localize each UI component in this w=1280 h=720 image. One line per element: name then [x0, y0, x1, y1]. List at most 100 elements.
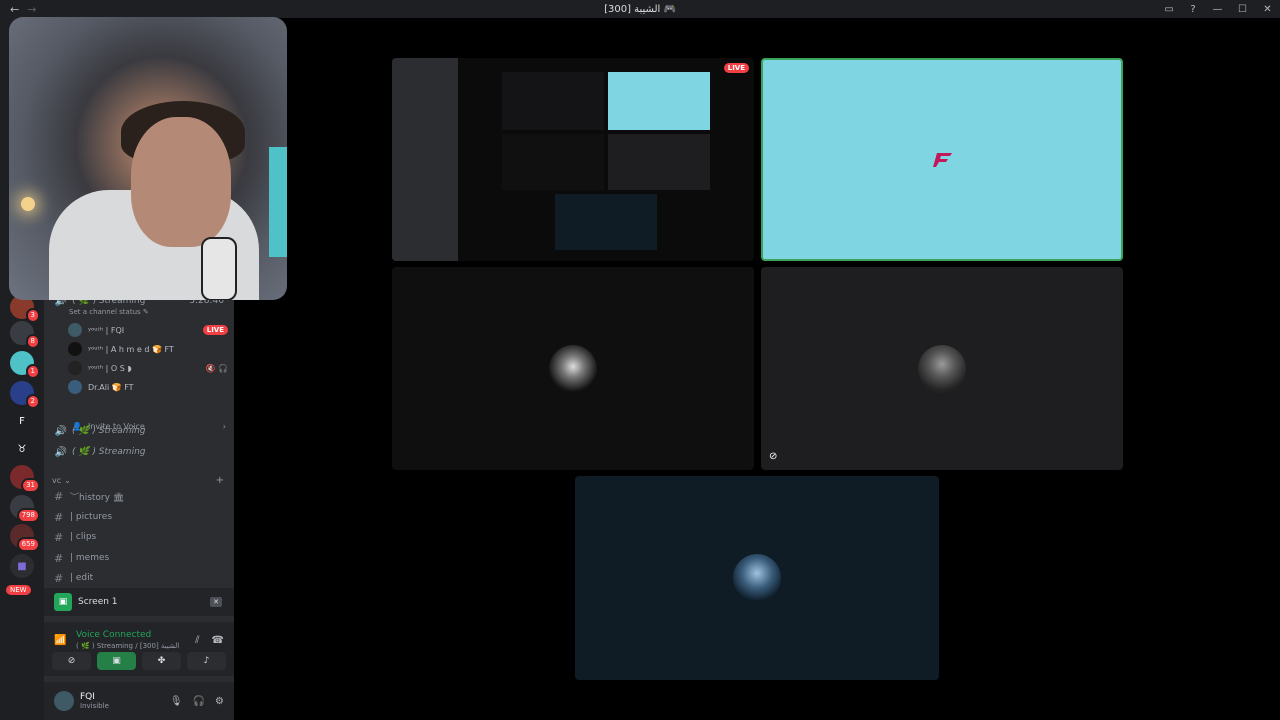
voice-channel-name: ( 🌿 ) Streaming [72, 426, 146, 436]
new-badge[interactable]: NEW [6, 585, 31, 595]
mention-badge: 2 [25, 394, 40, 409]
user-name: FQI [80, 692, 95, 702]
text-channel[interactable]: # | edit [54, 568, 228, 588]
nested-tile [502, 134, 604, 190]
text-channel[interactable]: # ︶history 🏛 [54, 486, 228, 506]
webcam-overlay [9, 17, 287, 300]
help-icon[interactable]: ? [1181, 0, 1205, 18]
soundboard-button[interactable]: ♪ [187, 652, 226, 670]
nested-stream-grid [502, 72, 710, 250]
user-status: Invisible [80, 702, 109, 710]
noise-suppression-icon[interactable]: ⫽ [195, 635, 199, 646]
mention-badge: 3 [25, 308, 40, 323]
mention-badge: 31 [21, 478, 40, 493]
hash-icon: # [54, 489, 64, 503]
streamer-face [131, 117, 231, 247]
title-bar: ← → الشيبة [300] 🎮 ▭ ? — ☐ ✕ [0, 0, 1280, 18]
nested-discord-sidebar [392, 58, 458, 261]
voice-channel-path[interactable]: ( 🌿 ) Streaming / الشيبة [300] [76, 642, 179, 650]
set-channel-status[interactable]: Set a channel status ✎ [69, 308, 149, 316]
nested-tile [502, 72, 604, 130]
text-channel[interactable]: # | pictures [54, 507, 228, 527]
avatar[interactable] [54, 691, 74, 711]
add-channel-icon[interactable]: + [216, 475, 224, 486]
deafened-icon: ⊘ [769, 451, 778, 462]
channel-name: | clips [70, 532, 97, 542]
voice-member[interactable]: ʸᵒᵘᵗʰ | A h m e d 🍞 FT [68, 340, 228, 358]
nested-tile [608, 134, 710, 190]
user-tile[interactable] [575, 476, 939, 680]
server-icon[interactable]: 2 [10, 381, 40, 409]
f1-server-icon[interactable]: F [10, 409, 34, 433]
forward-arrow-icon[interactable]: → [27, 3, 36, 16]
screen-share-button[interactable]: ▣ [97, 652, 136, 670]
text-channel[interactable]: # | memes [54, 548, 228, 568]
screen-share-tile[interactable]: LIVE [392, 58, 754, 261]
camera-off-button[interactable]: ⊘ [52, 652, 91, 670]
user-tile[interactable]: ⊘ [761, 267, 1123, 470]
screen-label: Screen 1 [78, 597, 118, 607]
close-button[interactable]: ✕ [1255, 0, 1280, 18]
window-controls: ▭ ? — ☐ ✕ [1157, 0, 1280, 18]
text-channel[interactable]: # | clips [54, 527, 228, 547]
member-name: ʸᵒᵘᵗʰ | FQI [88, 325, 125, 335]
server-icon[interactable]: 798 [10, 495, 40, 523]
mention-badge: 1 [25, 364, 40, 379]
channel-name: | edit [70, 573, 94, 583]
screen-share-icon: ▣ [54, 593, 72, 611]
voice-member[interactable]: ʸᵒᵘᵗʰ | O S ◗ 🔇 🎧 [68, 359, 228, 377]
category-header[interactable]: vc ⌄ + [52, 474, 224, 486]
hash-icon: # [54, 571, 64, 585]
live-badge: LIVE [723, 63, 749, 73]
voice-action-buttons: ⊘ ▣ ✤ ♪ [44, 652, 234, 676]
mention-badge: 659 [16, 537, 40, 552]
category-name: vc [52, 475, 62, 485]
gear-icon[interactable]: ⚙ [215, 696, 224, 707]
mention-badge: 798 [16, 508, 40, 523]
avatar [68, 342, 82, 356]
avatar [733, 554, 781, 602]
mention-badge: 8 [25, 334, 40, 349]
nav-buttons: ← → [0, 3, 36, 16]
user-tile[interactable] [392, 267, 754, 470]
member-name: Dr.Ali 🍞 FT [88, 382, 134, 392]
server-icon[interactable]: 8 [10, 321, 40, 349]
headphones-icon[interactable]: 🎧 [193, 696, 205, 707]
voice-channel-name: ( 🌿 ) Streaming [72, 447, 146, 457]
back-arrow-icon[interactable]: ← [10, 3, 19, 16]
taurus-server-icon[interactable]: ♉ [10, 437, 34, 461]
minimize-button[interactable]: — [1205, 0, 1230, 18]
voice-member[interactable]: ʸᵒᵘᵗʰ | FQI LIVE [68, 321, 228, 339]
signal-icon[interactable]: 📶 [54, 635, 76, 646]
voice-channel[interactable]: 🔊 ( 🌿 ) Streaming [50, 439, 230, 465]
nested-tile [608, 72, 710, 130]
microphone-icon[interactable]: 🎙 [170, 696, 183, 707]
background-light [269, 147, 287, 257]
avatar [918, 345, 966, 393]
member-name: ʸᵒᵘᵗʰ | O S ◗ [88, 363, 132, 373]
folder-icon[interactable]: ■ [10, 554, 34, 578]
member-name: ʸᵒᵘᵗʰ | A h m e d 🍞 FT [88, 344, 174, 354]
voice-member[interactable]: Dr.Ali 🍞 FT [68, 378, 228, 396]
microphone-prop [201, 237, 237, 300]
channel-name: | pictures [70, 512, 113, 522]
hash-icon: # [54, 551, 64, 565]
f-logo-icon [933, 153, 952, 167]
inbox-icon[interactable]: ▭ [1157, 0, 1181, 18]
stop-share-icon[interactable]: ✕ [210, 597, 222, 607]
activities-button[interactable]: ✤ [142, 652, 181, 670]
voice-connected-label[interactable]: Voice Connected [76, 630, 179, 640]
channel-name: ︶history 🏛 [70, 492, 125, 503]
speaking-user-tile[interactable] [761, 58, 1123, 261]
server-icon[interactable]: 31 [10, 465, 40, 493]
hash-icon: # [54, 530, 64, 544]
disconnect-icon[interactable]: ☎ [212, 635, 224, 646]
nested-tile [555, 194, 657, 250]
server-icon[interactable]: 659 [10, 524, 40, 552]
server-icon[interactable]: 1 [10, 351, 40, 379]
avatar [549, 345, 597, 393]
maximize-button[interactable]: ☐ [1230, 0, 1255, 18]
hash-icon: # [54, 510, 64, 524]
user-panel: FQI Invisible 🎙 🎧 ⚙ [44, 682, 234, 720]
live-badge: LIVE [202, 325, 228, 335]
